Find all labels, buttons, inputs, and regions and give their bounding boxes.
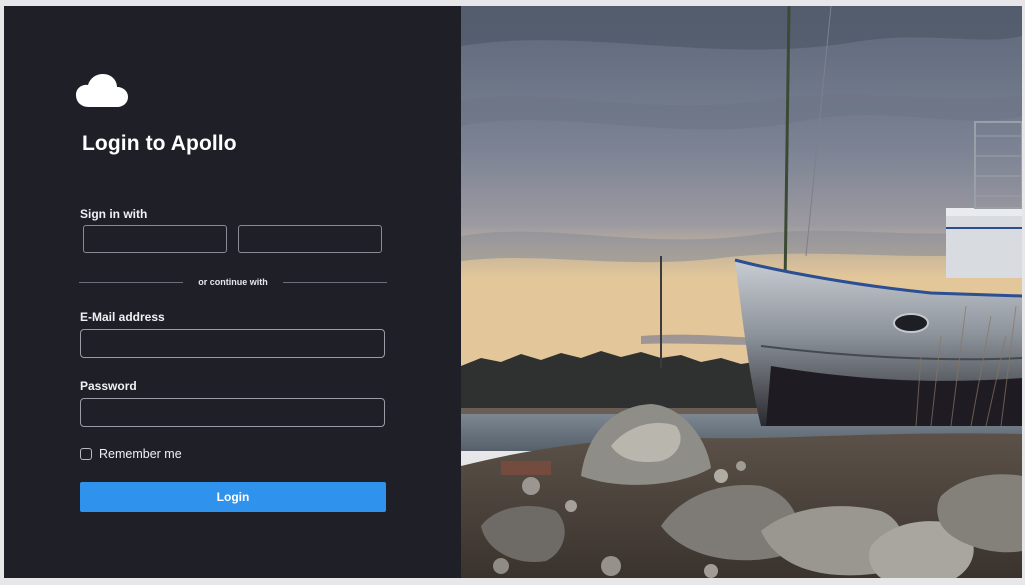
page-title: Login to Apollo bbox=[82, 132, 237, 155]
sso-provider-button-2[interactable] bbox=[238, 225, 382, 253]
hero-image bbox=[461, 6, 1022, 578]
email-label: E-Mail address bbox=[80, 310, 165, 324]
divider-line-right bbox=[283, 282, 387, 283]
sign-in-with-label: Sign in with bbox=[80, 207, 148, 221]
login-button[interactable]: Login bbox=[80, 482, 386, 512]
landscape-photo bbox=[461, 6, 1022, 578]
sso-provider-button-1[interactable] bbox=[83, 225, 227, 253]
cloud-icon bbox=[76, 74, 128, 107]
divider: or continue with bbox=[79, 276, 387, 290]
password-label: Password bbox=[80, 379, 137, 393]
login-window: Login to Apollo Sign in with or continue… bbox=[4, 6, 1022, 578]
password-field[interactable] bbox=[80, 398, 385, 427]
remember-me-checkbox[interactable] bbox=[80, 448, 92, 460]
email-field[interactable] bbox=[80, 329, 385, 358]
login-panel: Login to Apollo Sign in with or continue… bbox=[4, 6, 461, 578]
remember-me-label: Remember me bbox=[99, 447, 182, 461]
remember-me[interactable]: Remember me bbox=[80, 447, 182, 461]
